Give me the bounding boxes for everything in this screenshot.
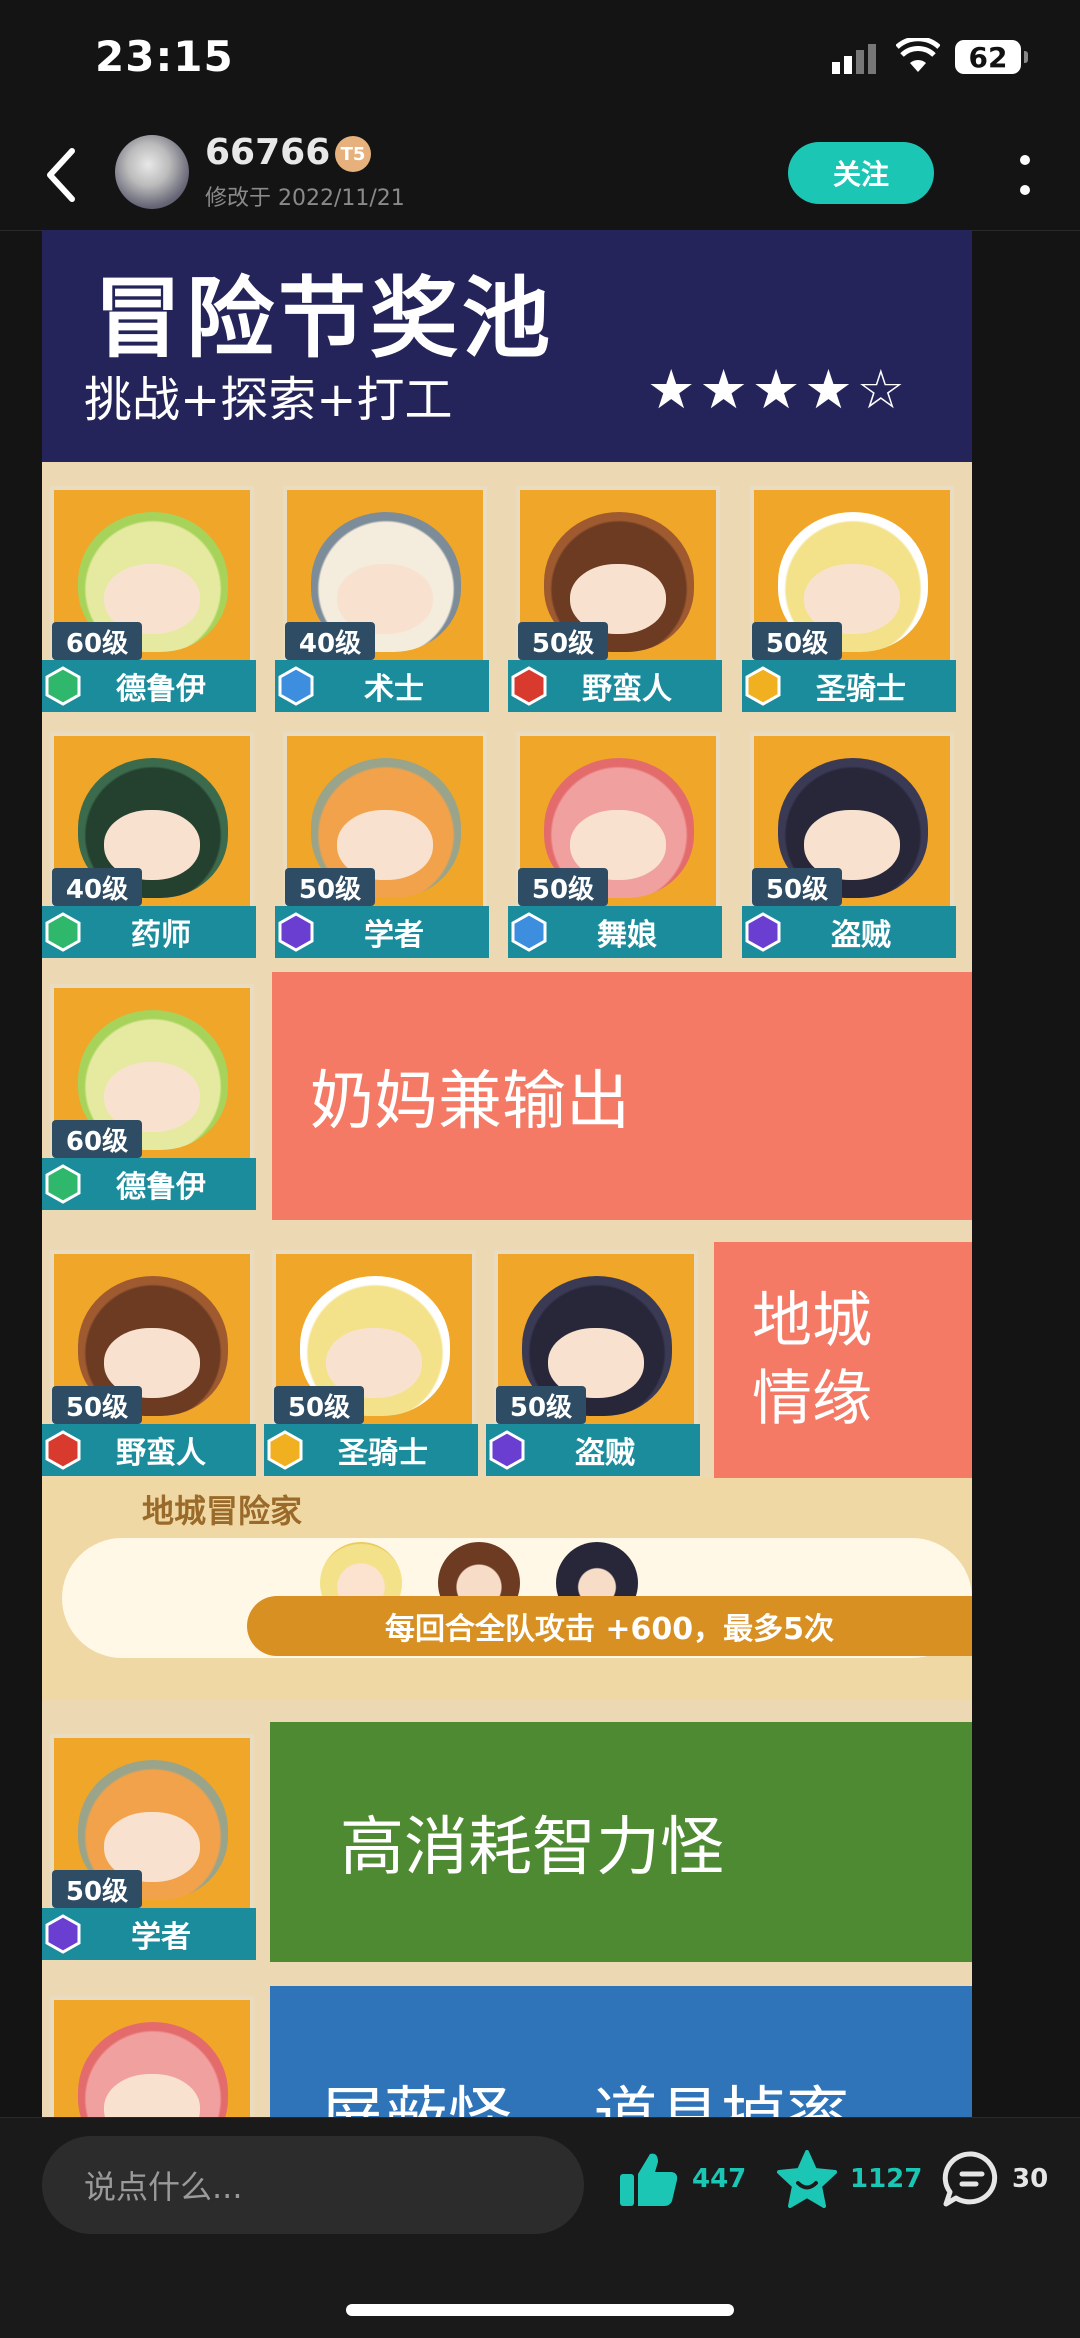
class-icon <box>278 912 314 952</box>
banner: 冒险节奖池 挑战+探索+打工 ★★★★☆ <box>42 230 972 462</box>
class-icon <box>278 666 314 706</box>
hero-level: 50级 <box>518 622 608 660</box>
battery-indicator: 62 <box>955 40 1028 74</box>
hero-level: 50级 <box>518 868 608 906</box>
comment-button[interactable]: 30 <box>942 2150 1048 2208</box>
hero-card: 40级 术士 <box>275 476 495 714</box>
class-icon <box>267 1430 303 1470</box>
avatar[interactable] <box>115 135 189 209</box>
adventurer-effect: 每回合全队攻击 +600，最多5次 <box>247 1596 972 1656</box>
section-label-int: 高消耗智力怪 <box>270 1722 972 1962</box>
star-button[interactable]: 1127 <box>776 2150 922 2208</box>
class-icon <box>745 912 781 952</box>
class-icon <box>45 1430 81 1470</box>
rating-stars: ★★★★☆ <box>647 358 910 421</box>
thumbs-up-icon <box>620 2153 678 2206</box>
hero-card: 50级 圣骑士 <box>742 476 962 714</box>
adventurer-bonus-card: 地城冒险家 每回合全队攻击 +600，最多5次 <box>42 1478 972 1700</box>
class-icon <box>511 912 547 952</box>
hero-card <box>42 1986 262 2117</box>
hero-card: 50级 舞娘 <box>508 722 728 960</box>
hero-card: 50级 野蛮人 <box>508 476 728 714</box>
banner-subtitle: 挑战+探索+打工 <box>84 372 453 428</box>
username[interactable]: 66766 <box>205 132 330 173</box>
post-header: 66766 T5 修改于 2022/11/21 关注 <box>0 120 1080 231</box>
bottom-bar: 说点什么... 447 1127 30 <box>0 2117 1080 2338</box>
home-indicator <box>346 2304 734 2316</box>
comment-icon <box>942 2151 998 2207</box>
hero-card: 50级 学者 <box>275 722 495 960</box>
wifi-icon <box>896 38 940 72</box>
hero-card: 50级 盗贼 <box>742 722 962 960</box>
hero-level: 50级 <box>752 868 842 906</box>
class-icon <box>45 912 81 952</box>
adventurer-title: 地城冒险家 <box>142 1492 303 1530</box>
hero-card: 50级 盗贼 <box>486 1240 706 1478</box>
hero-level: 50级 <box>52 1386 142 1424</box>
hero-level: 40级 <box>52 868 142 906</box>
section-label-dungeon: 地城 情缘 <box>714 1242 972 1478</box>
level-badge: T5 <box>335 136 371 172</box>
hero-level: 50级 <box>752 622 842 660</box>
more-icon[interactable] <box>1015 150 1035 200</box>
modified-date: 修改于 2022/11/21 <box>205 186 405 211</box>
hero-level: 50级 <box>274 1386 364 1424</box>
hero-level: 60级 <box>52 1120 142 1158</box>
class-icon <box>511 666 547 706</box>
banner-title: 冒险节奖池 <box>94 267 555 370</box>
hero-card: 50级 圣骑士 <box>264 1240 484 1478</box>
hero-card: 50级 野蛮人 <box>42 1240 262 1478</box>
section-label-healer: 奶妈兼输出 <box>272 972 972 1220</box>
hero-card: 40级 药师 <box>42 722 262 960</box>
hero-level: 60级 <box>52 622 142 660</box>
class-icon <box>45 1164 81 1204</box>
like-button[interactable]: 447 <box>618 2150 746 2208</box>
hero-card: 60级 德鲁伊 <box>42 476 262 714</box>
signal-icon <box>832 44 876 74</box>
class-icon <box>489 1430 525 1470</box>
section-label-block: 屏蔽怪 道具掉率 <box>270 1986 972 2117</box>
hero-level: 40级 <box>285 622 375 660</box>
back-icon[interactable] <box>40 145 84 205</box>
hero-level: 50级 <box>496 1386 586 1424</box>
status-time: 23:15 <box>95 32 234 81</box>
post-image[interactable]: 冒险节奖池 挑战+探索+打工 ★★★★☆ 奶妈兼输出 地城 情缘 地城冒险家 每… <box>42 230 972 2117</box>
hero-card: 50级 学者 <box>42 1724 262 1962</box>
hero-level: 50级 <box>285 868 375 906</box>
star-icon <box>777 2150 837 2208</box>
class-icon <box>745 666 781 706</box>
class-icon <box>45 1914 81 1954</box>
comment-input[interactable]: 说点什么... <box>42 2136 584 2234</box>
status-bar: 23:15 62 <box>0 0 1080 120</box>
follow-button[interactable]: 关注 <box>788 142 934 204</box>
class-icon <box>45 666 81 706</box>
hero-card: 60级 德鲁伊 <box>42 974 262 1212</box>
hero-level: 50级 <box>52 1870 142 1908</box>
